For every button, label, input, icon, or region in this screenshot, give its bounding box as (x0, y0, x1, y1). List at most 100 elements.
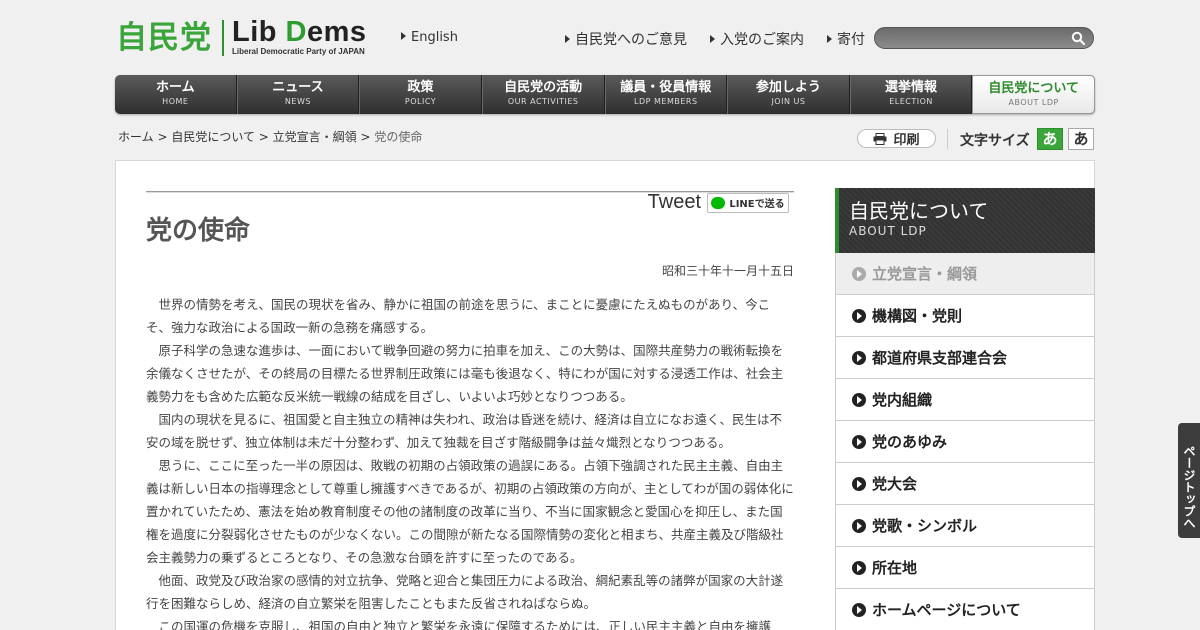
arrow-circle-icon (852, 266, 866, 281)
arrow-right-icon (710, 35, 715, 43)
side-nav-title: 自民党について (849, 199, 989, 223)
line-share-label: LINEで送る (729, 199, 785, 210)
side-item-declaration[interactable]: 立党宣言・綱領 (835, 253, 1095, 295)
arrow-right-icon (401, 32, 406, 40)
gnav-about[interactable]: 自民党について ABOUT LDP (972, 75, 1095, 114)
gnav-sublabel: HOME (162, 97, 189, 106)
gnav-sublabel: JOIN US (771, 97, 806, 106)
page-top-button[interactable]: ページトップへ (1178, 423, 1200, 538)
print-label: 印刷 (893, 133, 920, 148)
top-link-label: 自民党へのご意見 (575, 32, 687, 48)
arrow-circle-icon (852, 602, 866, 617)
gnav-label: 選挙情報 (885, 80, 938, 95)
global-nav: ホーム HOME ニュース NEWS 政策 POLICY 自民党の活動 OUR ACTI… (115, 75, 1095, 114)
line-share-button[interactable]: LINEで送る (707, 192, 789, 213)
share-buttons: Tweet LINEで送る (648, 191, 789, 214)
side-item-location[interactable]: 所在地 (835, 547, 1095, 589)
side-item-label: 党のあゆみ (872, 433, 948, 451)
article-paragraph: 世界の情勢を考え、国民の現状を省み、静かに祖国の前途を思うに、まことに憂慮にたえ… (146, 297, 771, 335)
gnav-home[interactable]: ホーム HOME (115, 75, 237, 114)
tweet-button[interactable]: Tweet (648, 191, 701, 214)
gnav-label: ホーム (156, 80, 195, 95)
gnav-label: ニュース (272, 80, 324, 95)
arrow-circle-icon (852, 434, 866, 449)
side-item-label: 党内組織 (872, 391, 933, 409)
gnav-activities[interactable]: 自民党の活動 OUR ACTIVITIES (481, 75, 605, 114)
english-link-label: English (411, 30, 458, 45)
gnav-sublabel: POLICY (404, 97, 437, 106)
breadcrumb-separator: > (153, 130, 172, 144)
side-item-prefectures[interactable]: 都道府県支部連合会 (835, 337, 1095, 379)
breadcrumb: ホーム > 自民党について > 立党宣言・綱領 > 党の使命 (118, 128, 422, 145)
side-nav-subtitle: ABOUT LDP (849, 224, 927, 238)
top-link-label: 寄付 (837, 32, 865, 48)
arrow-circle-icon (852, 518, 866, 533)
site-logo[interactable]: 自民党 Lib Dems Liberal Democratic Party of… (116, 18, 367, 57)
english-link[interactable]: English (401, 30, 458, 45)
site-header: 自民党 Lib Dems Liberal Democratic Party of… (0, 0, 1200, 75)
gnav-policy[interactable]: 政策 POLICY (359, 75, 482, 114)
side-item-label: 立党宣言・綱領 (872, 265, 978, 283)
logo-en-d: D (285, 16, 307, 48)
side-item-organization[interactable]: 機構図・党則 (835, 295, 1095, 337)
gnav-election[interactable]: 選挙情報 ELECTION (849, 75, 973, 114)
side-item-label: 党歌・シンボル (872, 517, 978, 535)
top-link-opinion[interactable]: 自民党へのご意見 (565, 29, 687, 49)
top-links: 自民党へのご意見 入党のご案内 寄付 (565, 29, 888, 49)
article: Tweet LINEで送る 党の使命 昭和三十年十一月十五日 世界の情勢を考え、… (146, 191, 794, 630)
fontsize-small-button[interactable]: あ (1037, 128, 1063, 150)
side-item-website[interactable]: ホームページについて (835, 589, 1095, 630)
top-link-join[interactable]: 入党のご案内 (710, 29, 804, 49)
print-button[interactable]: 印刷 (857, 129, 936, 148)
printer-icon (873, 132, 887, 145)
article-paragraph: 国内の現状を見るに、祖国愛と自主独立の精神は失われ、政治は昏迷を続け、経済は自立… (146, 412, 783, 450)
tool-divider (947, 129, 948, 149)
side-item-label: 所在地 (872, 559, 918, 577)
gnav-sublabel: ELECTION (889, 97, 933, 106)
article-paragraph: 思うに、ここに至った一半の原因は、敗戦の初期の占領政策の過誤にある。占領下強調さ… (146, 458, 794, 565)
search-icon[interactable] (1071, 31, 1085, 45)
gnav-label: 自民党の活動 (504, 80, 583, 95)
gnav-label: 自民党について (988, 81, 1079, 96)
logo-jp: 自民党 (116, 19, 212, 56)
top-link-label: 入党のご案内 (720, 32, 804, 48)
gnav-label: 政策 (407, 80, 434, 95)
logo-en: Lib Dems Liberal Democratic Party of JAP… (232, 18, 367, 57)
side-item-label: 都道府県支部連合会 (872, 349, 1008, 367)
top-link-donate[interactable]: 寄付 (827, 29, 865, 49)
side-item-label: ホームページについて (872, 601, 1021, 619)
breadcrumb-about[interactable]: 自民党について (171, 130, 255, 144)
breadcrumb-separator: > (254, 130, 273, 144)
gnav-label: 参加しよう (755, 80, 821, 95)
search-input[interactable] (885, 30, 1065, 46)
article-paragraph: 他面、政党及び政治家の感情的対立抗争、党略と迎合と集団圧力による政治、綱紀素乱等… (146, 573, 784, 611)
arrow-right-icon (565, 35, 570, 43)
breadcrumb-current: 党の使命 (374, 130, 423, 144)
arrow-circle-icon (852, 476, 866, 491)
logo-separator (222, 19, 224, 56)
article-paragraph: 原子科学の急速な進歩は、一面において戦争回避の努力に拍車を加え、この大勢は、国際… (146, 343, 784, 404)
side-item-history[interactable]: 党のあゆみ (835, 421, 1095, 463)
article-paragraph: この国運の危機を克服し、祖国の自由と独立と繁栄を永遠に保障するためには、正しい民… (158, 619, 772, 630)
gnav-members[interactable]: 議員・役員情報 LDP MEMBERS (604, 75, 728, 114)
side-item-convention[interactable]: 党大会 (835, 463, 1095, 505)
arrow-right-icon (827, 35, 832, 43)
side-item-internal[interactable]: 党内組織 (835, 379, 1095, 421)
fontsize-large-button[interactable]: あ (1068, 128, 1094, 150)
article-date: 昭和三十年十一月十五日 (661, 264, 794, 278)
side-item-symbol[interactable]: 党歌・シンボル (835, 505, 1095, 547)
gnav-sublabel: OUR ACTIVITIES (507, 97, 579, 106)
arrow-circle-icon (852, 308, 866, 323)
side-nav: 自民党について ABOUT LDP 立党宣言・綱領 機構図・党則 都道府県支部連… (835, 188, 1095, 630)
arrow-circle-icon (852, 392, 866, 407)
logo-en-sub: Liberal Democratic Party of JAPAN (232, 47, 365, 56)
fontsize-label: 文字サイズ (960, 133, 1030, 149)
breadcrumb-declaration[interactable]: 立党宣言・綱領 (273, 130, 357, 144)
page-title: 党の使命 (146, 216, 251, 246)
arrow-circle-icon (852, 560, 866, 575)
gnav-sublabel: LDP MEMBERS (634, 97, 698, 106)
gnav-join[interactable]: 参加しよう JOIN US (727, 75, 850, 114)
side-nav-header: 自民党について ABOUT LDP (835, 188, 1095, 253)
breadcrumb-home[interactable]: ホーム (118, 130, 154, 144)
gnav-news[interactable]: ニュース NEWS (236, 75, 360, 114)
